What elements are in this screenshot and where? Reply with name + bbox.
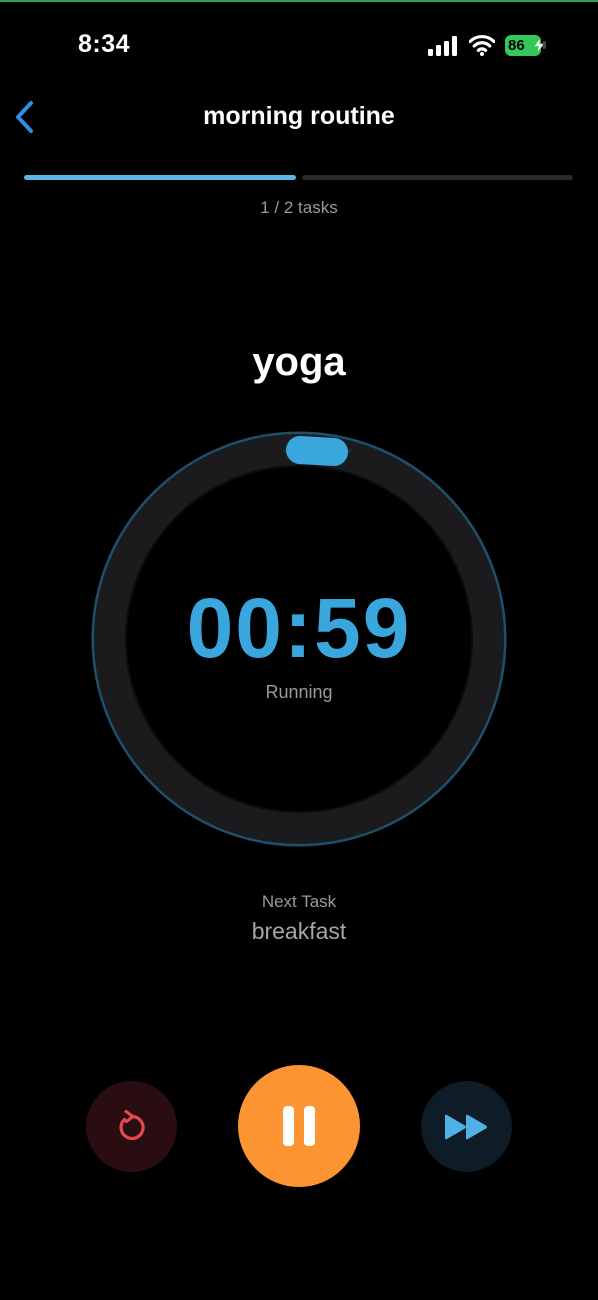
- pause-button[interactable]: [238, 1065, 360, 1187]
- skip-button[interactable]: [421, 1081, 512, 1172]
- restart-button[interactable]: [86, 1081, 177, 1172]
- battery-indicator: 86: [505, 35, 544, 56]
- pause-icon: [283, 1106, 315, 1146]
- next-task-name: breakfast: [251, 918, 347, 944]
- timer-ring-progress-cap: [285, 435, 349, 467]
- battery-level: 86: [508, 37, 525, 54]
- top-edge-line: [0, 0, 598, 2]
- fast-forward-icon: [444, 1114, 487, 1139]
- restart-icon: [118, 1109, 145, 1140]
- current-task-name: yoga: [252, 340, 346, 384]
- page-title: morning routine: [203, 102, 395, 130]
- progress-segment-completed: [24, 175, 296, 180]
- progress-text: 1 / 2 tasks: [260, 198, 338, 217]
- timer-status: Running: [265, 682, 333, 702]
- battery-cap: [543, 41, 546, 49]
- timer-countdown: 00:59: [186, 581, 412, 675]
- status-time: 8:34: [78, 30, 131, 58]
- routine-progress-bar: [24, 175, 573, 180]
- wifi-icon: [469, 34, 495, 56]
- progress-segment-remaining: [301, 175, 573, 180]
- next-task-label: Next Task: [261, 892, 337, 911]
- cellular-signal-icon: [428, 36, 457, 56]
